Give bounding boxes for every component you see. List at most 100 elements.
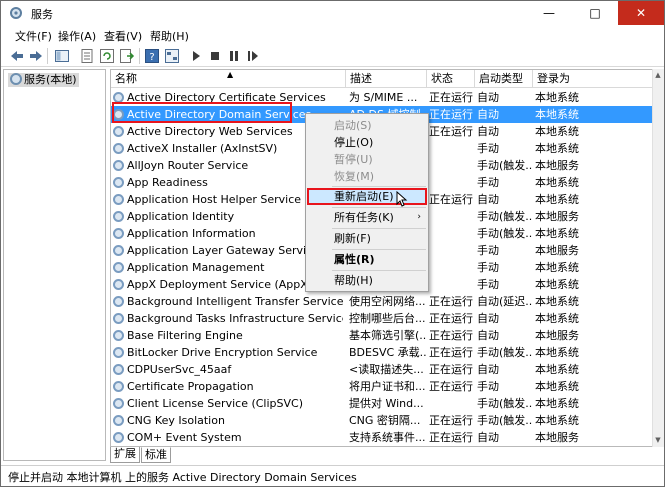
scroll-down-icon[interactable]: ▼ [652, 434, 664, 446]
help-icon[interactable]: ? [144, 48, 160, 64]
menu-item-properties[interactable]: 属性(R) [307, 251, 427, 268]
cell-text: 自动 [477, 125, 499, 138]
export-list-icon[interactable] [119, 48, 135, 64]
pause-service-icon[interactable] [226, 48, 242, 64]
cell-text: 自动 [477, 108, 499, 121]
table-cell-logon: 本地系统 [535, 344, 605, 361]
cell-text: AppX Deployment Service (AppXSVC) [127, 278, 335, 291]
forward-arrow-icon[interactable] [28, 48, 44, 64]
table-cell-logon: 本地系统 [535, 412, 605, 429]
table-row[interactable]: Base Filtering Engine 基本筛选引擎(... 正在运行 自动 本地服… [111, 327, 654, 344]
minimize-button[interactable]: — [526, 1, 572, 25]
column-header-label: 名称 [115, 72, 137, 85]
sort-ascending-icon: ▲ [227, 70, 234, 79]
table-cell-start: 手动(触发... [477, 395, 533, 412]
back-arrow-icon[interactable] [9, 48, 25, 64]
tree-pane: 服务(本地) [3, 69, 106, 461]
tab-extended[interactable]: 扩展 [110, 447, 140, 463]
menu-help[interactable]: 帮助(H) [150, 28, 189, 44]
column-header-logon-as[interactable]: 登录为 [533, 70, 654, 88]
table-row[interactable]: CDPUserSvc_45aaf <读取描述失... 正在运行 自动 本地系统 [111, 361, 654, 378]
column-header-name[interactable]: 名称 ▲ [111, 70, 346, 88]
table-cell-status: 正在运行 [429, 89, 475, 106]
cell-text: 本地系统 [535, 176, 579, 189]
cell-text: 本地系统 [535, 295, 579, 308]
close-button[interactable]: ✕ [618, 1, 664, 25]
cell-text: 正在运行 [429, 414, 473, 427]
menu-view[interactable]: 查看(V) [104, 28, 142, 44]
column-header-startup-type[interactable]: 启动类型 [475, 70, 533, 88]
service-gear-icon [113, 432, 124, 443]
table-cell-logon: 本地服务 [535, 242, 605, 259]
table-cell-start: 自动 [477, 191, 533, 208]
menu-item-resume[interactable]: 恢复(M) [307, 168, 427, 185]
menu-item-start[interactable]: 启动(S) [307, 117, 427, 134]
service-gear-icon [113, 364, 124, 375]
table-cell-start: 手动 [477, 242, 533, 259]
window-title: 服务 [31, 8, 53, 21]
toolbar-separator [47, 48, 48, 64]
tree-item-services-local[interactable]: 服务(本地) [8, 73, 79, 87]
cell-text: 自动 [477, 329, 499, 342]
cell-text: Certificate Propagation [127, 380, 254, 393]
column-header-status[interactable]: 状态 [427, 70, 475, 88]
start-service-icon[interactable] [188, 48, 204, 64]
service-gear-icon [113, 381, 124, 392]
cell-text: 本地系统 [535, 346, 579, 359]
table-cell-logon: 本地系统 [535, 361, 605, 378]
mouse-cursor-icon [396, 191, 408, 207]
tab-standard[interactable]: 标准 [141, 447, 171, 463]
cell-text: CNG Key Isolation [127, 414, 225, 427]
service-gear-icon [113, 347, 124, 358]
menu-item-all-tasks[interactable]: 所有任务(K) › [307, 209, 427, 226]
menu-file[interactable]: 文件(F) [15, 28, 52, 44]
refresh-icon[interactable] [99, 48, 115, 64]
table-row[interactable]: BitLocker Drive Encryption Service BDESVC… [111, 344, 654, 361]
properties-sheet-icon[interactable] [79, 48, 95, 64]
service-gear-icon [113, 160, 124, 171]
table-cell-status: 正在运行 [429, 378, 475, 395]
cell-text: 本地服务 [535, 431, 579, 444]
menu-item-pause[interactable]: 暂停(U) [307, 151, 427, 168]
table-cell-logon: 本地系统 [535, 395, 605, 412]
cell-text: 正在运行 [429, 91, 473, 104]
table-row[interactable]: Background Intelligent Transfer Service 使… [111, 293, 654, 310]
menu-item-refresh[interactable]: 刷新(F) [307, 230, 427, 247]
cell-text: 本地系统 [535, 142, 579, 155]
table-cell-desc: CNG 密钥隔... [349, 412, 427, 429]
table-cell-status: 正在运行 [429, 191, 475, 208]
table-cell-name: COM+ Event System [113, 429, 343, 446]
menu-action[interactable]: 操作(A) [58, 28, 96, 44]
cell-text: 将用户证书和... [349, 380, 426, 393]
cell-text: 本地系统 [535, 193, 579, 206]
table-cell-name: Background Tasks Infrastructure Service [113, 310, 343, 327]
cell-text: 本地系统 [535, 108, 579, 121]
maximize-button[interactable]: □ [572, 1, 618, 25]
cell-text: Application Host Helper Service [127, 193, 302, 206]
stop-service-icon[interactable] [207, 48, 223, 64]
restart-service-icon[interactable] [245, 48, 261, 64]
table-row[interactable]: Client License Service (ClipSVC) 提供对 Wind… [111, 395, 654, 412]
cell-text: 自动 [477, 363, 499, 376]
table-row[interactable]: CNG Key Isolation CNG 密钥隔... 正在运行 手动(触发... 本… [111, 412, 654, 429]
service-gear-icon [113, 296, 124, 307]
table-cell-start: 手动(触发... [477, 157, 533, 174]
service-gear-icon [113, 398, 124, 409]
scroll-up-icon[interactable]: ▲ [652, 69, 664, 81]
vertical-scrollbar[interactable] [652, 69, 664, 447]
highlight-rectangle [112, 102, 292, 123]
column-header-description[interactable]: 描述 [346, 70, 427, 88]
table-cell-status: 正在运行 [429, 293, 475, 310]
menu-item-help[interactable]: 帮助(H) [307, 272, 427, 289]
cell-text: 本地系统 [535, 91, 579, 104]
table-cell-logon: 本地系统 [535, 123, 605, 140]
cell-text: 自动 [477, 193, 499, 206]
table-row[interactable]: Certificate Propagation 将用户证书和... 正在运行 手动 本地… [111, 378, 654, 395]
cell-text: 本地系统 [535, 414, 579, 427]
table-row[interactable]: COM+ Event System 支持系统事件... 正在运行 自动 本地服务 [111, 429, 654, 446]
menu-item-restart[interactable]: 重新启动(E) [307, 188, 427, 205]
table-row[interactable]: Background Tasks Infrastructure Service 控… [111, 310, 654, 327]
menu-item-stop[interactable]: 停止(O) [307, 134, 427, 151]
show-tree-icon[interactable] [54, 48, 70, 64]
console-tree-icon[interactable] [164, 48, 180, 64]
